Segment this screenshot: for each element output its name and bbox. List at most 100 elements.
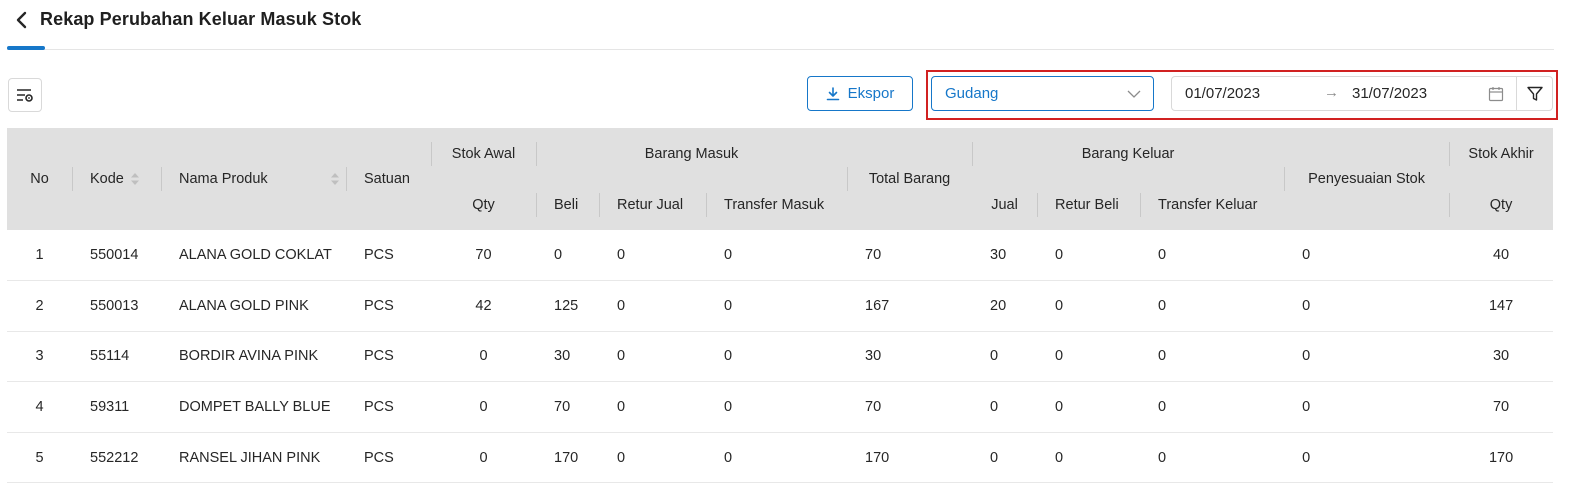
cell-transfer-keluar: 0 bbox=[1140, 432, 1285, 484]
cell-kode: 55114 bbox=[72, 331, 161, 383]
cell-retur-beli: 0 bbox=[1037, 331, 1141, 383]
cell-no: 1 bbox=[7, 230, 72, 282]
col-header-satuan: Satuan bbox=[346, 128, 431, 230]
cell-jual: 0 bbox=[972, 432, 1038, 484]
col-header-stok-akhir: Stok Akhir bbox=[1449, 128, 1554, 180]
cell-retur-beli: 0 bbox=[1037, 280, 1141, 332]
sort-icon[interactable] bbox=[330, 172, 340, 186]
table-row[interactable]: 1 550014 ALANA GOLD COKLAT PCS 70 0 0 0 … bbox=[7, 230, 1554, 282]
cell-transfer-masuk: 0 bbox=[706, 331, 848, 383]
cell-transfer-masuk: 0 bbox=[706, 230, 848, 282]
cell-transfer-masuk: 0 bbox=[706, 381, 848, 433]
col-header-no: No bbox=[7, 128, 72, 230]
table-row[interactable]: 3 55114 BORDIR AVINA PINK PCS 0 30 0 0 3… bbox=[7, 331, 1554, 383]
cell-beli: 125 bbox=[536, 280, 599, 332]
cell-total-barang: 30 bbox=[847, 331, 973, 383]
col-header-penyesuaian-stok: Penyesuaian Stok bbox=[1284, 128, 1450, 230]
cell-satuan: PCS bbox=[346, 230, 431, 282]
cell-beli: 70 bbox=[536, 381, 599, 433]
cell-satuan: PCS bbox=[346, 280, 431, 332]
col-header-stok-akhir-qty: Qty bbox=[1449, 180, 1554, 230]
cell-total-barang: 170 bbox=[847, 432, 973, 484]
col-header-nama-produk[interactable]: Nama Produk bbox=[161, 128, 346, 230]
cell-kode: 550014 bbox=[72, 230, 161, 282]
cell-retur-jual: 0 bbox=[599, 280, 706, 332]
tab-divider bbox=[7, 49, 1554, 50]
chevron-left-icon[interactable] bbox=[12, 10, 32, 30]
cell-nama-produk: BORDIR AVINA PINK bbox=[161, 331, 346, 383]
cell-penyesuaian-stok: 0 bbox=[1284, 331, 1450, 383]
cell-total-barang: 167 bbox=[847, 280, 973, 332]
cell-beli: 0 bbox=[536, 230, 599, 282]
column-settings-button[interactable] bbox=[8, 78, 42, 112]
sort-icon[interactable] bbox=[130, 172, 140, 186]
column-settings-icon bbox=[17, 89, 33, 102]
stock-recap-table: No Kode Nama Produk Satuan Stok Awal Bar… bbox=[7, 128, 1554, 484]
cell-no: 2 bbox=[7, 280, 72, 332]
col-header-transfer-keluar: Transfer Keluar bbox=[1140, 180, 1285, 230]
cell-kode: 550013 bbox=[72, 280, 161, 332]
table-row[interactable]: 4 59311 DOMPET BALLY BLUE PCS 0 70 0 0 7… bbox=[7, 381, 1554, 433]
col-header-retur-jual: Retur Jual bbox=[599, 180, 706, 230]
cell-stok-awal: 42 bbox=[431, 280, 536, 332]
page-title: Rekap Perubahan Keluar Masuk Stok bbox=[40, 9, 362, 29]
cell-retur-beli: 0 bbox=[1037, 432, 1141, 484]
cell-total-barang: 70 bbox=[847, 381, 973, 433]
warehouse-select-value: Gudang bbox=[945, 85, 999, 102]
cell-jual: 0 bbox=[972, 381, 1038, 433]
cell-total-barang: 70 bbox=[847, 230, 973, 282]
table-row[interactable]: 5 552212 RANSEL JIHAN PINK PCS 0 170 0 0… bbox=[7, 432, 1554, 484]
cell-transfer-keluar: 0 bbox=[1140, 280, 1285, 332]
cell-kode: 552212 bbox=[72, 432, 161, 484]
cell-stok-awal: 0 bbox=[431, 381, 536, 433]
cell-penyesuaian-stok: 0 bbox=[1284, 432, 1450, 484]
warehouse-select[interactable]: Gudang bbox=[931, 76, 1154, 111]
date-range-start[interactable]: 01/07/2023 bbox=[1185, 85, 1260, 102]
col-header-nama-produk-label: Nama Produk bbox=[179, 171, 268, 187]
cell-no: 4 bbox=[7, 381, 72, 433]
cell-stok-awal: 0 bbox=[431, 331, 536, 383]
cell-stok-akhir: 170 bbox=[1449, 432, 1554, 484]
download-icon bbox=[826, 86, 839, 100]
cell-retur-jual: 0 bbox=[599, 331, 706, 383]
filter-icon bbox=[1526, 86, 1543, 101]
col-header-stok-awal: Stok Awal bbox=[431, 128, 536, 180]
cell-retur-beli: 0 bbox=[1037, 230, 1141, 282]
col-header-stok-awal-qty: Qty bbox=[431, 180, 536, 230]
cell-satuan: PCS bbox=[346, 331, 431, 383]
export-button[interactable]: Ekspor bbox=[807, 76, 913, 111]
filter-button[interactable] bbox=[1516, 76, 1553, 111]
cell-transfer-masuk: 0 bbox=[706, 432, 848, 484]
cell-stok-akhir: 30 bbox=[1449, 331, 1554, 383]
cell-retur-jual: 0 bbox=[599, 381, 706, 433]
table-row[interactable]: 2 550013 ALANA GOLD PINK PCS 42 125 0 0 … bbox=[7, 280, 1554, 332]
col-header-barang-masuk: Barang Masuk bbox=[536, 128, 848, 180]
cell-nama-produk: DOMPET BALLY BLUE bbox=[161, 381, 346, 433]
cell-penyesuaian-stok: 0 bbox=[1284, 280, 1450, 332]
cell-penyesuaian-stok: 0 bbox=[1284, 230, 1450, 282]
cell-retur-jual: 0 bbox=[599, 432, 706, 484]
cell-jual: 30 bbox=[972, 230, 1038, 282]
col-header-retur-beli: Retur Beli bbox=[1037, 180, 1141, 230]
cell-jual: 20 bbox=[972, 280, 1038, 332]
chevron-down-icon bbox=[1127, 90, 1141, 98]
export-label: Ekspor bbox=[847, 85, 895, 102]
cell-transfer-keluar: 0 bbox=[1140, 331, 1285, 383]
cell-retur-beli: 0 bbox=[1037, 381, 1141, 433]
cell-beli: 170 bbox=[536, 432, 599, 484]
cell-stok-awal: 70 bbox=[431, 230, 536, 282]
cell-no: 5 bbox=[7, 432, 72, 484]
active-tab-indicator bbox=[7, 46, 45, 50]
cell-stok-akhir: 147 bbox=[1449, 280, 1554, 332]
cell-no: 3 bbox=[7, 331, 72, 383]
cell-nama-produk: RANSEL JIHAN PINK bbox=[161, 432, 346, 484]
col-header-transfer-masuk: Transfer Masuk bbox=[706, 180, 848, 230]
cell-transfer-masuk: 0 bbox=[706, 280, 848, 332]
date-range-arrow: → bbox=[1324, 84, 1339, 101]
date-range-picker[interactable]: 01/07/2023 → 31/07/2023 bbox=[1171, 76, 1517, 111]
date-range-end[interactable]: 31/07/2023 bbox=[1352, 85, 1427, 102]
col-header-kode[interactable]: Kode bbox=[72, 128, 161, 230]
calendar-icon bbox=[1488, 87, 1504, 102]
cell-stok-akhir: 70 bbox=[1449, 381, 1554, 433]
cell-stok-akhir: 40 bbox=[1449, 230, 1554, 282]
